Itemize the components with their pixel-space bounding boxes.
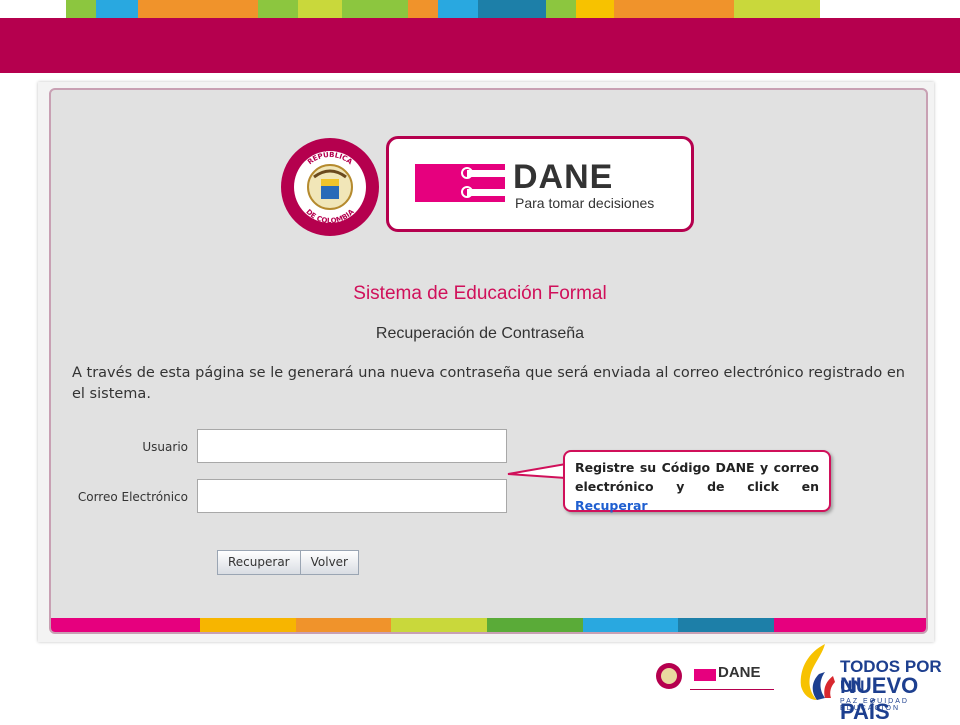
panel-color-bar	[51, 618, 926, 632]
email-input[interactable]	[197, 479, 507, 513]
footer-seal-icon	[656, 663, 682, 689]
dane-mark-icon	[415, 164, 505, 202]
recover-button[interactable]: Recuperar	[218, 551, 300, 574]
callout-text: Registre su Código DANE y correo electró…	[575, 460, 819, 494]
slogan-line-3: PAZ EQUIDAD EDUCACIÓN	[840, 698, 909, 712]
footer-divider	[690, 689, 774, 690]
todos-por-un-nuevo-pais-emblem-icon	[800, 644, 835, 700]
help-callout: Registre su Código DANE y correo electró…	[563, 450, 831, 513]
republica-de-colombia-seal-icon: REPÚBLICA DE COLOMBIA	[281, 138, 379, 236]
header-band	[0, 18, 960, 73]
form-buttons: Recuperar Volver	[217, 550, 359, 575]
dane-tagline: Para tomar decisiones	[515, 195, 655, 211]
intro-text: A través de esta página se le generará u…	[72, 365, 905, 402]
top-color-stripes	[66, 0, 820, 18]
dane-word: DANE	[513, 158, 614, 196]
back-button[interactable]: Volver	[299, 551, 358, 574]
page-title: Sistema de Educación Formal	[353, 283, 607, 304]
footer-dane-word: DANE	[718, 664, 761, 681]
user-label: Usuario	[142, 440, 188, 454]
page-subtitle: Recuperación de Contraseña	[375, 325, 585, 342]
dane-logo: DANE Para tomar decisiones	[386, 136, 694, 232]
callout-pointer	[507, 462, 566, 480]
callout-highlight: Recuperar	[575, 498, 648, 513]
user-input[interactable]	[197, 429, 507, 463]
email-label: Correo Electrónico	[77, 490, 188, 504]
footer-dane-mark-icon	[694, 669, 716, 681]
